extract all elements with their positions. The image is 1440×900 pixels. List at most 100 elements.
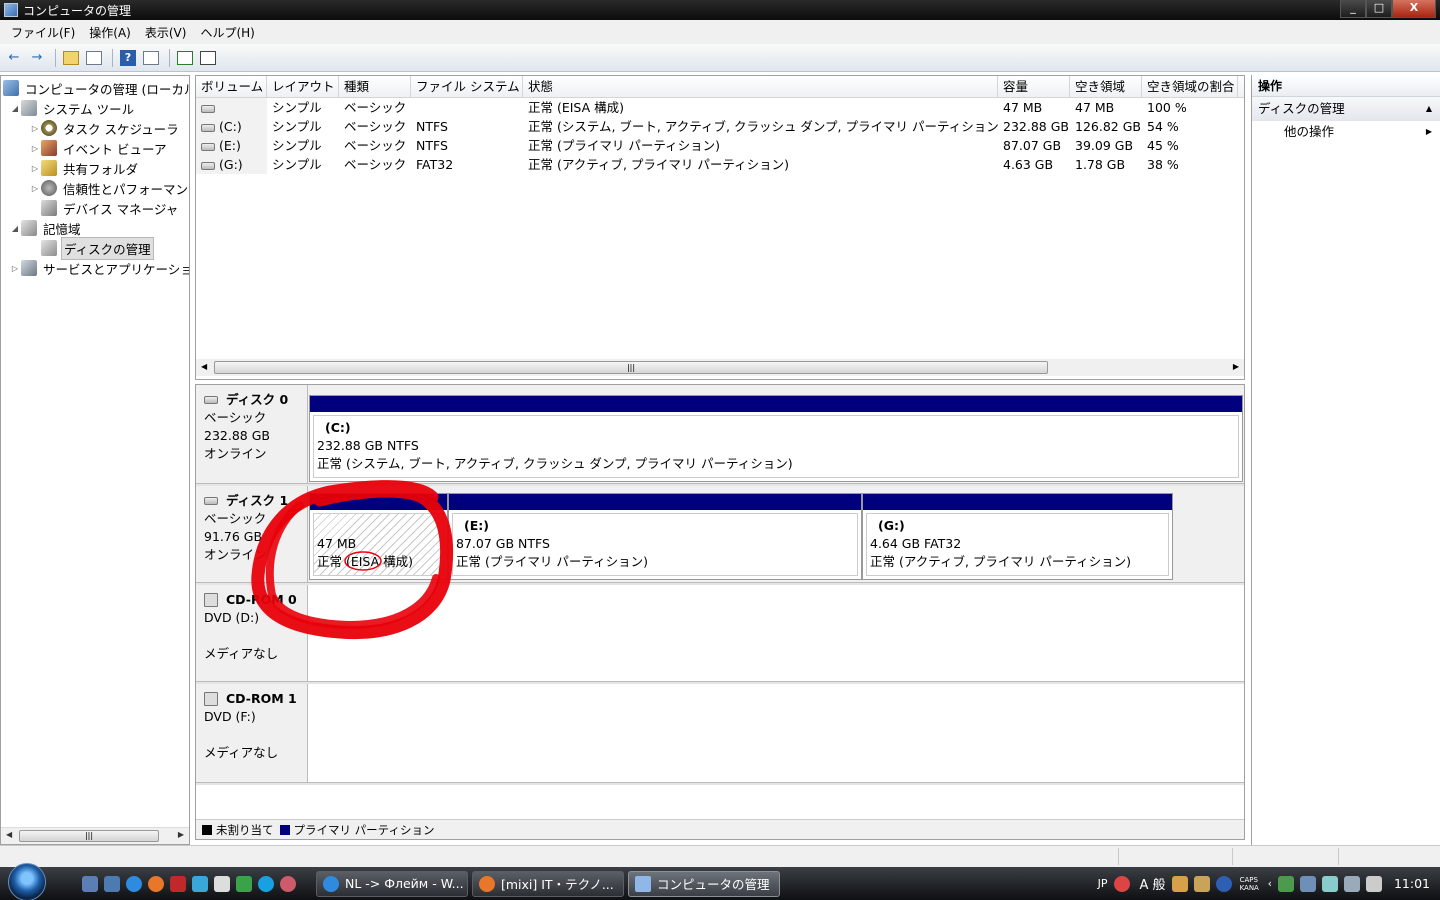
tree-item-device-manager[interactable]: デバイス マネージャ [29, 198, 180, 218]
performance-icon [41, 180, 57, 196]
firefox-icon[interactable] [148, 875, 164, 892]
partition-body: 47 MB 正常 (EISA 構成) [313, 513, 444, 576]
scroll-left-icon[interactable]: ◀ [6, 830, 12, 839]
properties-button[interactable] [198, 48, 218, 68]
tree-item-event-viewer[interactable]: ▷ イベント ビューア [29, 138, 168, 158]
volume-list-horizontal-scrollbar[interactable]: ◀ ||| ▶ [196, 359, 1244, 376]
cdrom-icon [204, 692, 218, 706]
ime-tool-icon[interactable] [1171, 875, 1188, 892]
tree-item-reliability-performance[interactable]: ▷ 信頼性とパフォーマンス [29, 178, 189, 198]
scroll-right-icon[interactable]: ▶ [1233, 362, 1239, 371]
volume-icon[interactable] [1365, 875, 1382, 892]
tree-horizontal-scrollbar[interactable]: ◀ ||| ▶ [1, 827, 189, 844]
cdrom-0-label[interactable]: CD-ROM 0 DVD (D:) メディアなし [196, 585, 308, 681]
ime-dictionary-icon[interactable] [1193, 875, 1210, 892]
network-icon[interactable] [1321, 875, 1338, 892]
column-header-filesystem[interactable]: ファイル システム [411, 76, 523, 98]
ime-help-icon[interactable] [1215, 875, 1232, 892]
table-row[interactable]: (C:) シンプル ベーシック NTFS 正常 (システム, ブート, アクティ… [196, 117, 1244, 136]
expand-arrow-icon[interactable]: ▷ [29, 164, 41, 173]
start-button[interactable] [8, 862, 46, 900]
expand-arrow-icon[interactable]: ▷ [9, 264, 21, 273]
clock[interactable]: 11:01 [1394, 876, 1430, 891]
title-bar: コンピュータの管理 _ □ X [0, 0, 1440, 20]
language-indicator[interactable]: JP [1098, 877, 1108, 890]
column-header-free-space[interactable]: 空き領域 [1070, 76, 1142, 98]
column-header-status[interactable]: 状態 [523, 76, 998, 98]
show-hide-action-pane-button[interactable] [141, 48, 161, 68]
help-button[interactable]: ? [118, 48, 138, 68]
minimize-button[interactable]: _ [1340, 0, 1366, 18]
action-more-actions[interactable]: 他の操作 ▶ [1252, 121, 1440, 143]
column-header-extra[interactable] [1238, 76, 1244, 98]
tree-item-shared-folders[interactable]: ▷ 共有フォルダ [29, 158, 140, 178]
ime-status-icon[interactable] [1113, 875, 1130, 892]
column-header-type[interactable]: 種類 [339, 76, 411, 98]
column-header-layout[interactable]: レイアウト [267, 76, 339, 98]
tree-item-disk-management[interactable]: ディスクの管理 [29, 236, 154, 260]
scrollbar-thumb[interactable]: ||| [19, 830, 159, 842]
services-icon [21, 260, 37, 276]
tray-app-icon[interactable] [1299, 875, 1316, 892]
menu-file[interactable]: ファイル(F) [4, 24, 82, 41]
tree-item-computer-management[interactable]: コンピュータの管理 (ローカル) [3, 78, 189, 98]
partition-e[interactable]: (E:) 87.07 GB NTFS 正常 (プライマリ パーティション) [448, 493, 862, 580]
column-header-volume[interactable]: ボリューム [196, 76, 267, 98]
show-hide-tree-button[interactable] [84, 48, 104, 68]
skype-icon[interactable] [258, 875, 274, 892]
partition-eisa[interactable]: 47 MB 正常 (EISA 構成) [309, 493, 448, 580]
tree-item-system-tools[interactable]: ◢ システム ツール [9, 98, 136, 118]
column-header-capacity[interactable]: 容量 [998, 76, 1070, 98]
cdrom-1-label[interactable]: CD-ROM 1 DVD (F:) メディアなし [196, 684, 308, 782]
maximize-button[interactable]: □ [1366, 0, 1392, 18]
layout-cell: シンプル [272, 138, 322, 153]
forward-button[interactable]: → [27, 48, 47, 68]
partition-c[interactable]: (C:) 232.88 GB NTFS 正常 (システム, ブート, アクティブ… [309, 395, 1243, 482]
app-cube-icon[interactable] [192, 875, 208, 892]
tray-expand-icon[interactable]: ‹ [1268, 877, 1272, 890]
network-icon[interactable] [1343, 875, 1360, 892]
menu-help[interactable]: ヘルプ(H) [193, 24, 261, 41]
app-ball-icon[interactable] [280, 875, 296, 892]
app-h-icon[interactable] [236, 875, 252, 892]
tree-item-storage[interactable]: ◢ 記憶域 [9, 218, 83, 238]
partition-g[interactable]: (G:) 4.64 GB FAT32 正常 (アクティブ, プライマリ パーティ… [862, 493, 1173, 580]
expand-arrow-icon[interactable]: ▷ [29, 144, 41, 153]
tree-item-task-scheduler[interactable]: ▷ タスク スケジューラ [29, 118, 181, 138]
ime-mode[interactable]: A 般 [1140, 874, 1166, 893]
menu-action[interactable]: 操作(A) [82, 24, 138, 41]
action-section-disk-management[interactable]: ディスクの管理 ▲ [1252, 97, 1440, 121]
table-row[interactable]: (E:) シンプル ベーシック NTFS 正常 (プライマリ パーティション) … [196, 136, 1244, 155]
column-header-percent-free[interactable]: 空き領域の割合 [1142, 76, 1238, 98]
cdrom-media: メディアなし [204, 745, 279, 760]
scroll-right-icon[interactable]: ▶ [178, 830, 184, 839]
internet-explorer-icon[interactable] [126, 875, 142, 892]
collapse-arrow-icon[interactable]: ◢ [9, 224, 21, 233]
disk-1-label[interactable]: ディスク 1 ベーシック 91.76 GB オンライン [196, 486, 308, 582]
table-row[interactable]: (G:) シンプル ベーシック FAT32 正常 (アクティブ, プライマリ パ… [196, 155, 1244, 174]
tray-app-icon[interactable] [1277, 875, 1294, 892]
up-folder-button[interactable] [61, 48, 81, 68]
taskbar-button-firefox[interactable]: [mixi] IT・テクノ... [472, 870, 624, 897]
collapse-arrow-icon[interactable]: ◢ [9, 104, 21, 113]
taskbar-button-computer-management[interactable]: コンピュータの管理 [628, 870, 780, 897]
refresh-button[interactable] [175, 48, 195, 68]
tree-item-services-applications[interactable]: ▷ サービスとアプリケーション [9, 258, 189, 278]
expand-arrow-icon[interactable]: ▷ [29, 184, 41, 193]
expand-arrow-icon[interactable]: ▷ [29, 124, 41, 133]
switch-windows-icon[interactable] [104, 875, 120, 892]
disk-0-label[interactable]: ディスク 0 ベーシック 232.88 GB オンライン [196, 385, 308, 483]
disk-divider [196, 782, 1244, 785]
partition-status: 正常 (アクティブ, プライマリ パーティション) [870, 554, 1132, 569]
taskbar-button-ie[interactable]: NL -> Флейм - W... [316, 870, 468, 897]
collapse-up-icon[interactable]: ▲ [1426, 97, 1432, 121]
scroll-left-icon[interactable]: ◀ [201, 362, 207, 371]
show-desktop-icon[interactable] [82, 875, 98, 892]
app-shield-icon[interactable] [214, 875, 230, 892]
opera-icon[interactable] [170, 875, 186, 892]
back-button[interactable]: ← [4, 48, 24, 68]
close-button[interactable]: X [1392, 0, 1436, 18]
scrollbar-thumb[interactable]: ||| [214, 361, 1048, 374]
table-row[interactable]: シンプル ベーシック 正常 (EISA 構成) 47 MB 47 MB 100 … [196, 98, 1244, 117]
menu-view[interactable]: 表示(V) [138, 24, 194, 41]
